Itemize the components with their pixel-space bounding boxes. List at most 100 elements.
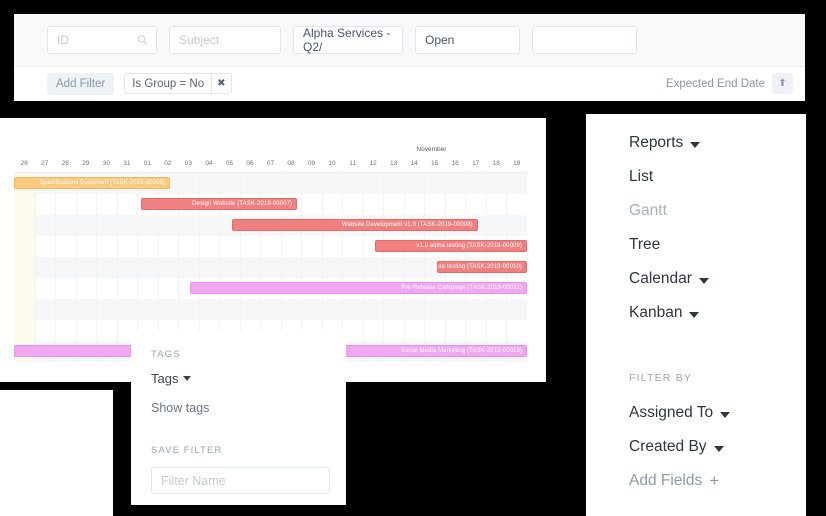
gantt-gridline <box>35 320 36 341</box>
gantt-gridline <box>137 257 138 278</box>
sidebar-item-kanban[interactable]: Kanban <box>629 296 806 330</box>
gantt-task-bar[interactable]: Design Website (TASK-2019-00007) <box>141 198 297 210</box>
gantt-gridline <box>342 173 343 194</box>
chevron-down-icon <box>699 278 709 284</box>
filter-bar-card: ID Subject Alpha Services - Q2/ Open Add… <box>14 14 805 101</box>
gantt-gridline <box>260 173 261 194</box>
sidebar-item-label: Tree <box>629 236 660 254</box>
filter-chip-is-group[interactable]: Is Group = No ✖ <box>124 73 231 94</box>
gantt-task-bar[interactable]: Specifications Document (TASK-2019-00006… <box>14 177 170 189</box>
gantt-day-tick: 17 <box>466 160 486 167</box>
gantt-task-bar[interactable]: v1.0 alpha testing (TASK-2019-00009) <box>375 240 527 252</box>
gantt-gridline <box>96 299 97 320</box>
filter-inputs-row: ID Subject Alpha Services - Q2/ Open <box>14 14 805 67</box>
extra-field[interactable] <box>532 26 637 54</box>
gantt-gridline <box>363 257 364 278</box>
gantt-gridline <box>363 320 364 341</box>
gantt-gridline <box>55 299 56 320</box>
sidebar-item-assigned-to[interactable]: Assigned To <box>629 396 806 430</box>
sidebar-item-gantt[interactable]: Gantt <box>629 194 806 228</box>
sidebar-item-label: Assigned To <box>629 404 713 422</box>
gantt-gridline <box>445 173 446 194</box>
gantt-gridline <box>199 215 200 236</box>
id-field[interactable]: ID <box>47 26 157 54</box>
gantt-gridline <box>506 320 507 341</box>
gantt-gridline <box>76 278 77 299</box>
gantt-day-tick: 29 <box>76 160 96 167</box>
gantt-gridline <box>219 257 220 278</box>
gantt-day-tick: 09 <box>302 160 322 167</box>
gantt-gridline <box>404 194 405 215</box>
gantt-weekend-shade <box>14 194 35 215</box>
gantt-row: Website Development v1.0 (TASK-2019-0000… <box>14 215 527 236</box>
gantt-gridline <box>76 236 77 257</box>
gantt-gridline <box>342 257 343 278</box>
gantt-gridline <box>424 257 425 278</box>
gantt-day-tick: 27 <box>35 160 55 167</box>
gantt-gridline <box>219 215 220 236</box>
add-fields-label: Add Fields <box>629 472 702 490</box>
gantt-gridline <box>342 236 343 257</box>
sidebar-item-reports[interactable]: Reports <box>629 126 806 160</box>
gantt-gridline <box>465 173 466 194</box>
gantt-gridline <box>301 299 302 320</box>
sidebar-item-calendar[interactable]: Calendar <box>629 262 806 296</box>
add-filter-button[interactable]: Add Filter <box>47 73 114 95</box>
sidebar-item-list[interactable]: List <box>629 160 806 194</box>
gantt-gridline <box>96 236 97 257</box>
filter-name-input[interactable]: Filter Name <box>151 467 330 494</box>
gantt-gridline <box>158 215 159 236</box>
subject-field[interactable]: Subject <box>169 26 281 54</box>
gantt-gridline <box>55 257 56 278</box>
gantt-gridline <box>404 173 405 194</box>
project-field-text: Alpha Services - Q2/ <box>303 26 393 54</box>
gantt-gridline <box>260 299 261 320</box>
gantt-gridline <box>178 257 179 278</box>
gantt-gridline <box>363 299 364 320</box>
gantt-gridline <box>240 257 241 278</box>
tags-heading: TAGS <box>151 349 326 360</box>
add-fields-button[interactable]: Add Fields + <box>629 464 806 498</box>
gantt-gridline <box>178 278 179 299</box>
gantt-gridline <box>383 320 384 341</box>
gantt-gridline <box>35 194 36 215</box>
show-tags-link[interactable]: Show tags <box>151 401 326 415</box>
gantt-day-tick: 10 <box>322 160 342 167</box>
gantt-day-tick: 07 <box>261 160 281 167</box>
status-field[interactable]: Open <box>415 26 520 54</box>
gantt-gridline <box>260 236 261 257</box>
sort-field-label[interactable]: Expected End Date <box>666 78 765 90</box>
gantt-gridline <box>199 173 200 194</box>
gantt-gridline <box>96 320 97 341</box>
gantt-gridline <box>486 299 487 320</box>
sidebar-item-label: Kanban <box>629 304 682 322</box>
gantt-gridline <box>178 236 179 257</box>
sidebar-item-label: Calendar <box>629 270 692 288</box>
sidebar-item-tree[interactable]: Tree <box>629 228 806 262</box>
gantt-gridline <box>342 194 343 215</box>
gantt-gridline <box>35 257 36 278</box>
sort-control: Expected End Date ⬆ <box>666 73 793 94</box>
sidebar-item-created-by[interactable]: Created By <box>629 430 806 464</box>
gantt-task-bar[interactable]: Website Development v1.0 (TASK-2019-0000… <box>232 219 478 231</box>
sidebar-item-label: List <box>629 168 653 186</box>
tags-dropdown[interactable]: Tags <box>151 371 326 386</box>
gantt-task-bar[interactable]: Pre-Release Campaign (TASK-2019-00011) <box>190 282 527 294</box>
gantt-gridline <box>281 257 282 278</box>
gantt-gridline <box>96 257 97 278</box>
gantt-gridline <box>465 194 466 215</box>
project-field[interactable]: Alpha Services - Q2/ <box>293 26 403 54</box>
gantt-gridline <box>76 215 77 236</box>
gantt-gridline <box>117 299 118 320</box>
gantt-gridline <box>322 194 323 215</box>
sort-ascending-icon[interactable]: ⬆ <box>772 73 793 94</box>
status-field-text: Open <box>425 33 454 47</box>
close-icon[interactable]: ✖ <box>211 74 230 93</box>
gantt-weekend-shade <box>14 278 35 299</box>
gantt-gridline <box>281 236 282 257</box>
gantt-gridline <box>137 194 138 215</box>
gantt-gridline <box>117 278 118 299</box>
gantt-gridline <box>55 215 56 236</box>
gantt-task-bar[interactable]: v1.0 beta testing (TASK-2019-00010) <box>437 261 527 273</box>
gantt-gridline <box>96 215 97 236</box>
